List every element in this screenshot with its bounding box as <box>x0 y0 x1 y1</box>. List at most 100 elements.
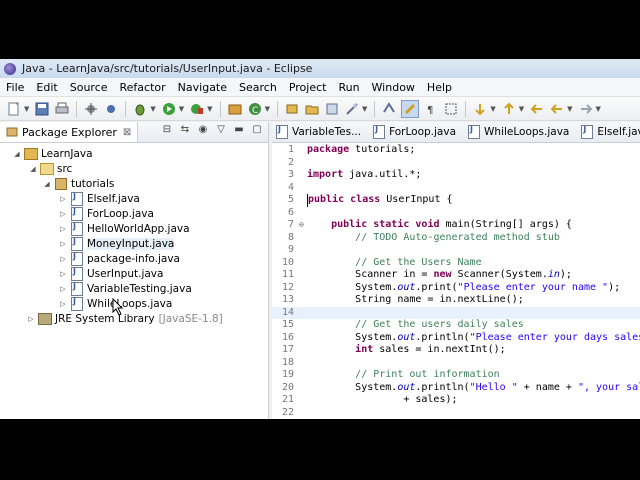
file-label: WhileLoops.java <box>87 297 173 310</box>
collapsed-arrow-icon[interactable]: ▷ <box>58 285 68 293</box>
focus-icon[interactable]: ◉ <box>196 124 210 135</box>
code-text: ); <box>559 269 572 280</box>
open-type-icon[interactable] <box>284 101 300 117</box>
forward-icon[interactable] <box>578 101 594 117</box>
menu-edit[interactable]: Edit <box>30 81 63 94</box>
menu-run[interactable]: Run <box>332 81 365 94</box>
line-number: 11 <box>281 269 294 280</box>
editor-tab-label: VariableTes... <box>292 126 362 138</box>
link-with-editor-icon[interactable]: ⇆ <box>178 124 192 135</box>
search-dropdown-icon[interactable]: ▼ <box>362 105 367 113</box>
next-annotation-icon[interactable] <box>472 101 488 117</box>
new-icon[interactable] <box>6 101 22 117</box>
toggle-highlight-icon[interactable] <box>401 99 420 118</box>
external-tools-dropdown-icon[interactable]: ▼ <box>207 105 212 113</box>
collapsed-arrow-icon[interactable]: ▷ <box>58 210 68 218</box>
tree-item-file[interactable]: ▷ ElseIf.java <box>0 191 268 206</box>
previous-annotation-dropdown-icon[interactable]: ▼ <box>519 105 524 113</box>
collapsed-arrow-icon[interactable]: ▷ <box>58 240 68 248</box>
menu-project[interactable]: Project <box>283 81 333 94</box>
menu-refactor[interactable]: Refactor <box>114 81 172 94</box>
string: ", your sales <box>577 381 640 393</box>
tree-item-project[interactable]: ◢ LearnJava <box>0 146 268 161</box>
tab-variabletesting[interactable]: VariableTes... <box>272 122 369 142</box>
new-java-project-icon[interactable] <box>227 101 243 117</box>
tab-forloop[interactable]: ForLoop.java <box>369 122 464 142</box>
debug-icon[interactable] <box>132 101 148 117</box>
tree-item-src[interactable]: ◢ src <box>0 161 268 176</box>
tree-item-file[interactable]: ▷ ForLoop.java <box>0 206 268 221</box>
external-tools-icon[interactable] <box>189 101 205 117</box>
view-menu-icon[interactable]: ▽ <box>214 124 228 135</box>
run-icon[interactable] <box>161 101 177 117</box>
maximize-icon[interactable]: ▢ <box>250 124 264 135</box>
tree-item-file[interactable]: ▷ WhileLoops.java <box>0 296 268 311</box>
java-file-icon <box>70 236 84 251</box>
back-dropdown-icon[interactable]: ▼ <box>567 105 572 113</box>
package-explorer-tools: ⊟ ⇆ ◉ ▽ ▬ ▢ <box>160 124 264 135</box>
string: "Hello " <box>469 381 518 393</box>
code-area[interactable]: 1 package tutorials; 2 3 import java.util.… <box>272 144 640 419</box>
tab-elseif[interactable]: ElseIf.java <box>577 122 640 142</box>
collapse-all-icon[interactable]: ⊟ <box>160 124 174 135</box>
tree-item-file[interactable]: ▷ UserInput.java <box>0 266 268 281</box>
fold-icon[interactable]: ⊖ <box>299 219 307 232</box>
debug-dropdown-icon[interactable]: ▼ <box>150 105 155 113</box>
open-task-icon[interactable] <box>324 101 340 117</box>
run-dropdown-icon[interactable]: ▼ <box>179 105 184 113</box>
collapsed-arrow-icon[interactable]: ▷ <box>58 225 68 233</box>
code-line: 20 System.out.println("Hello " + name + … <box>272 382 640 395</box>
tree-item-jre[interactable]: ▷ JRE System Library [JavaSE-1.8] <box>0 311 268 326</box>
close-icon[interactable]: ⊠ <box>123 127 131 138</box>
debug-settings-icon[interactable] <box>83 101 99 117</box>
tree-item-file[interactable]: ▷ HelloWorldApp.java <box>0 221 268 236</box>
menu-source[interactable]: Source <box>64 81 114 94</box>
java-file-icon <box>373 125 386 139</box>
menu-help[interactable]: Help <box>421 81 458 94</box>
new-java-class-icon[interactable]: C <box>247 101 263 117</box>
menu-navigate[interactable]: Navigate <box>172 81 233 94</box>
menu-search[interactable]: Search <box>233 81 283 94</box>
tab-whileloops[interactable]: WhileLoops.java <box>464 122 577 142</box>
code-line: 2 <box>272 157 640 170</box>
expanded-arrow-icon[interactable]: ◢ <box>12 150 22 158</box>
new-dropdown-icon[interactable]: ▼ <box>24 105 29 113</box>
tree-item-file[interactable]: ▷ VariableTesting.java <box>0 281 268 296</box>
print-icon[interactable] <box>54 101 70 117</box>
toggle-mark-occurrences-icon[interactable] <box>381 101 397 117</box>
collapsed-arrow-icon[interactable]: ▷ <box>58 255 68 263</box>
back-icon[interactable] <box>549 101 565 117</box>
menu-file[interactable]: File <box>0 81 30 94</box>
java-file-icon <box>70 206 84 221</box>
tree-item-file[interactable]: ▷ package-info.java <box>0 251 268 266</box>
previous-annotation-icon[interactable] <box>501 101 517 117</box>
show-whitespace-icon[interactable]: ¶ <box>423 101 439 117</box>
menu-window[interactable]: Window <box>366 81 421 94</box>
forward-dropdown-icon[interactable]: ▼ <box>596 105 601 113</box>
minimize-icon[interactable]: ▬ <box>232 124 246 135</box>
block-selection-icon[interactable] <box>443 101 459 117</box>
search-icon[interactable] <box>344 101 360 117</box>
collapsed-arrow-icon[interactable]: ▷ <box>58 195 68 203</box>
collapsed-arrow-icon[interactable]: ▷ <box>26 315 36 323</box>
java-file-icon <box>70 221 84 236</box>
expanded-arrow-icon[interactable]: ◢ <box>42 180 52 188</box>
skip-breakpoints-icon[interactable] <box>103 101 119 117</box>
save-icon[interactable] <box>34 101 50 117</box>
java-file-icon <box>70 296 84 311</box>
collapsed-arrow-icon[interactable]: ▷ <box>58 300 68 308</box>
code-line: 3 import java.util.*; <box>272 169 640 182</box>
collapsed-arrow-icon[interactable]: ▷ <box>58 270 68 278</box>
last-edit-location-icon[interactable] <box>529 101 545 117</box>
tree-item-package[interactable]: ◢ tutorials <box>0 176 268 191</box>
open-folder-icon[interactable] <box>304 101 320 117</box>
expanded-arrow-icon[interactable]: ◢ <box>28 165 38 173</box>
java-file-icon <box>70 266 84 281</box>
next-annotation-dropdown-icon[interactable]: ▼ <box>490 105 495 113</box>
code-line: 22 <box>272 407 640 420</box>
tree-item-file[interactable]: ▷ MoneyInput.java <box>0 236 268 251</box>
new-java-class-dropdown-icon[interactable]: ▼ <box>265 105 270 113</box>
file-label: VariableTesting.java <box>87 282 192 295</box>
tab-package-explorer[interactable]: Package Explorer ⊠ <box>0 122 139 142</box>
code-line: 6 <box>272 207 640 220</box>
